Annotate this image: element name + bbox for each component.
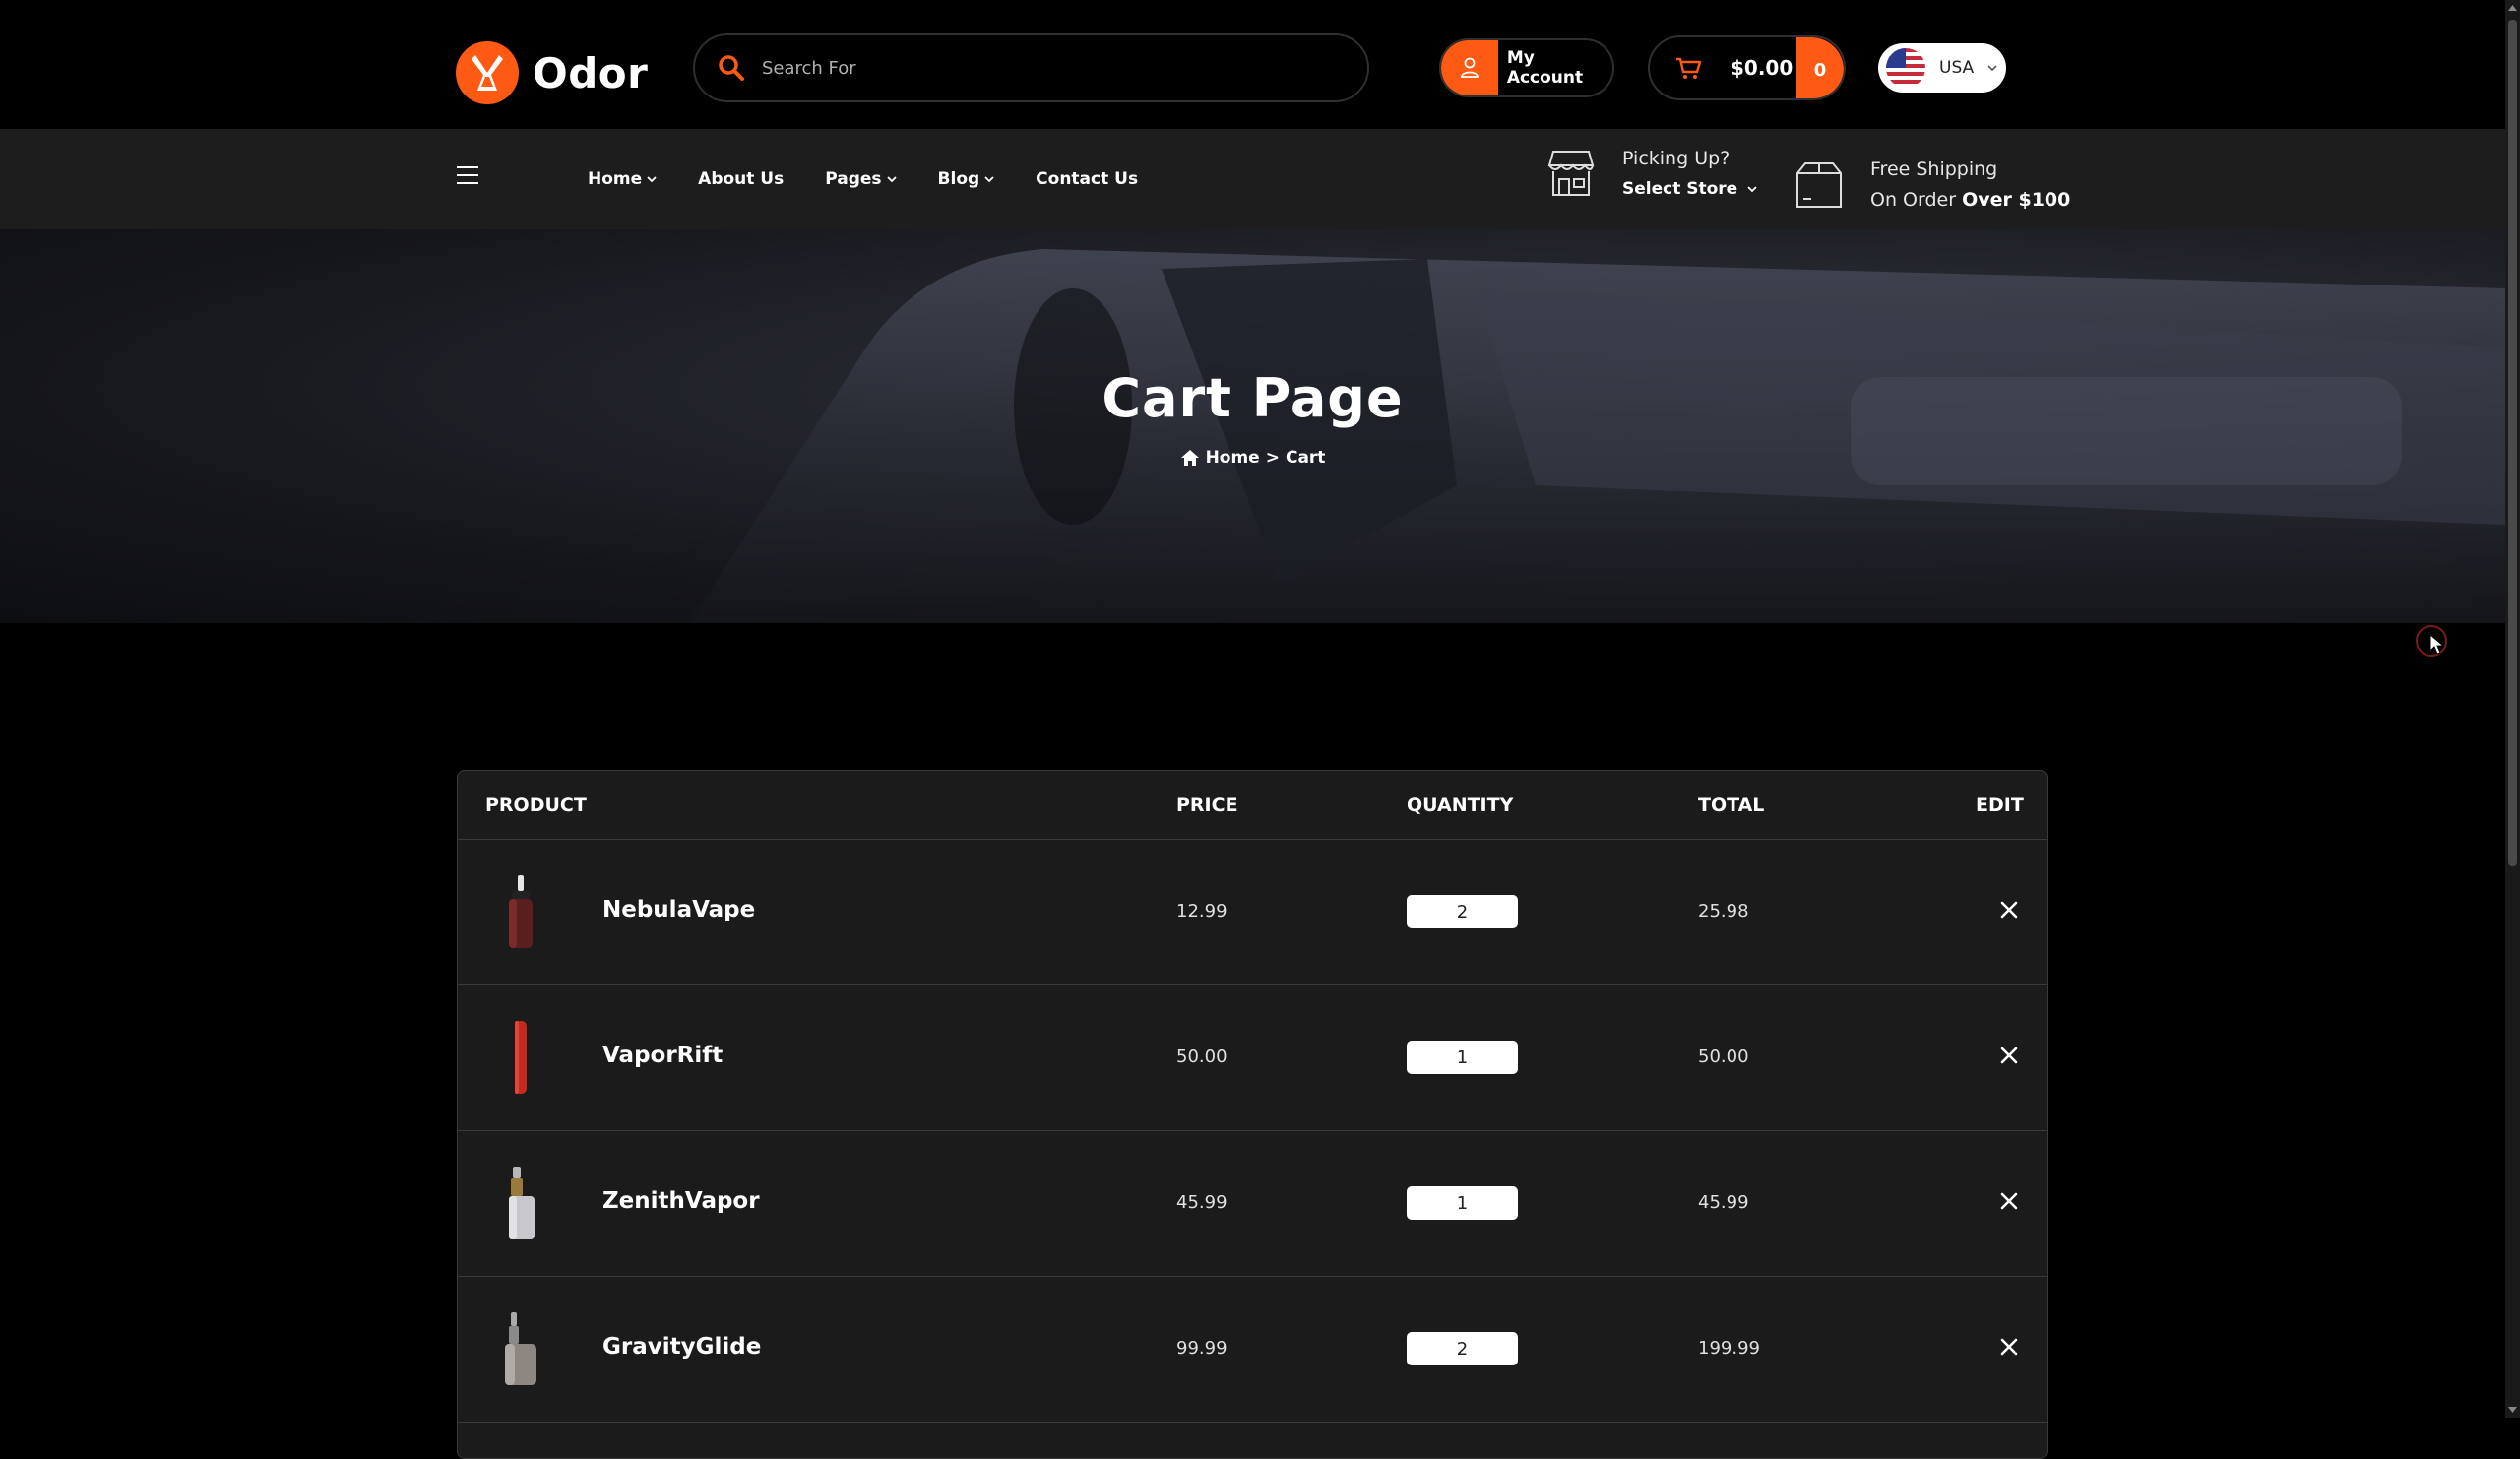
logo-icon <box>456 41 519 104</box>
page-scrollbar[interactable] <box>2505 0 2520 1418</box>
row-total: 45.99 <box>1698 1192 1749 1213</box>
chevron-down-icon <box>984 176 994 183</box>
product-price: 12.99 <box>1176 901 1228 921</box>
hero-banner: Cart Page Home > Cart <box>0 229 2505 623</box>
free-shipping-title: Free Shipping <box>1870 159 1998 180</box>
column-header-quantity: QUANTITY <box>1407 794 1514 816</box>
hamburger-menu-icon[interactable] <box>457 166 478 186</box>
logo-text: Odor <box>533 48 649 97</box>
nav-item-blog[interactable]: Blog <box>938 169 995 189</box>
quantity-input[interactable] <box>1407 1041 1518 1074</box>
breadcrumb-separator: > <box>1265 448 1280 468</box>
nav-item-pages[interactable]: Pages <box>825 169 897 189</box>
nav-item-home[interactable]: Home <box>588 169 657 189</box>
remove-item-icon[interactable] <box>1998 1190 2020 1212</box>
scroll-down-arrow-icon[interactable] <box>2508 1406 2517 1414</box>
currency-label: USA <box>1939 58 1975 78</box>
quantity-input[interactable] <box>1407 1186 1518 1220</box>
cart-button[interactable]: $0.00 0 <box>1648 35 1846 100</box>
mouse-cursor-icon <box>2429 634 2445 655</box>
nav-item-about-us[interactable]: About Us <box>698 169 784 189</box>
table-row: VaporRift 50.00 50.00 <box>458 985 2047 1131</box>
nav-item-label: Contact Us <box>1036 169 1139 189</box>
my-account-label: My Account <box>1506 48 1584 88</box>
shipping-threshold: Over $100 <box>1962 189 2071 211</box>
remove-item-icon[interactable] <box>1998 899 2020 920</box>
usa-flag-icon <box>1886 48 1925 88</box>
product-thumbnail[interactable] <box>499 1019 542 1098</box>
chevron-down-icon <box>1987 65 1997 72</box>
box-icon <box>1796 162 1842 208</box>
breadcrumb: Home > Cart <box>0 448 2505 468</box>
breadcrumb-current: Cart <box>1285 448 1326 468</box>
scroll-up-arrow-icon[interactable] <box>2508 4 2517 12</box>
user-icon <box>1441 40 1498 95</box>
column-header-edit: EDIT <box>1976 794 2024 816</box>
column-header-price: PRICE <box>1176 794 1238 816</box>
quantity-input[interactable] <box>1407 895 1518 928</box>
row-total: 25.98 <box>1698 901 1749 921</box>
chevron-down-icon <box>647 176 657 183</box>
cart-count-badge: 0 <box>1796 37 1844 98</box>
scrollbar-thumb[interactable] <box>2508 20 2517 866</box>
search-bar[interactable] <box>693 33 1369 102</box>
pickup-store-selector[interactable]: Picking Up? Select Store <box>1545 148 1757 199</box>
nav-item-label: Home <box>588 169 643 189</box>
product-price: 45.99 <box>1176 1192 1228 1213</box>
nav-item-label: Blog <box>937 169 980 189</box>
search-icon[interactable] <box>717 53 746 83</box>
select-store-label: Select Store <box>1622 179 1738 199</box>
search-input[interactable] <box>760 56 1331 80</box>
header-top: Odor My Account $0.00 0 USA <box>0 0 2505 129</box>
cart-table: PRODUCT PRICE QUANTITY TOTAL EDIT Nebula… <box>457 770 2048 1459</box>
product-name[interactable]: VaporRift <box>602 1043 723 1068</box>
product-name[interactable]: ZenithVapor <box>602 1188 760 1214</box>
product-price: 50.00 <box>1176 1047 1228 1067</box>
cart-total: $0.00 <box>1731 56 1794 80</box>
table-header: PRODUCT PRICE QUANTITY TOTAL EDIT <box>458 771 2047 840</box>
nav-item-label: About Us <box>698 169 785 189</box>
quantity-input[interactable] <box>1407 1332 1518 1365</box>
remove-item-icon[interactable] <box>1998 1045 2020 1066</box>
product-price: 99.99 <box>1176 1338 1228 1359</box>
table-row: NebulaVape 12.99 25.98 <box>458 840 2047 985</box>
store-icon <box>1547 151 1595 196</box>
remove-item-icon[interactable] <box>1998 1336 2020 1358</box>
column-header-total: TOTAL <box>1698 794 1765 816</box>
nav-links: Home About Us Pages Blog Contact Us <box>588 129 1179 229</box>
column-header-product: PRODUCT <box>485 794 587 816</box>
table-row: ZenithVapor 45.99 45.99 <box>458 1131 2047 1277</box>
my-account-button[interactable]: My Account <box>1439 38 1614 97</box>
currency-selector[interactable]: USA <box>1878 43 2006 93</box>
shipping-prefix: On Order <box>1870 189 1957 211</box>
product-thumbnail[interactable] <box>499 873 542 952</box>
home-icon <box>1180 450 1199 466</box>
table-row: GravityGlide 99.99 199.99 <box>458 1277 2047 1423</box>
main-navigation: Home About Us Pages Blog Contact Us Pick… <box>0 129 2505 229</box>
product-thumbnail[interactable] <box>499 1165 542 1243</box>
product-name[interactable]: GravityGlide <box>602 1334 761 1360</box>
nav-item-label: Pages <box>825 169 882 189</box>
cart-icon <box>1676 57 1702 79</box>
row-total: 199.99 <box>1698 1338 1760 1359</box>
breadcrumb-home-link[interactable]: Home <box>1206 448 1260 468</box>
row-total: 50.00 <box>1698 1047 1749 1067</box>
product-name[interactable]: NebulaVape <box>602 897 755 922</box>
chevron-down-icon <box>1747 186 1757 193</box>
pickup-label: Picking Up? <box>1622 148 1731 169</box>
chevron-down-icon <box>886 176 897 183</box>
product-thumbnail[interactable] <box>499 1310 542 1389</box>
page-title: Cart Page <box>1102 367 1404 429</box>
logo[interactable]: Odor <box>456 41 648 104</box>
nav-item-contact-us[interactable]: Contact Us <box>1036 169 1138 189</box>
free-shipping-info: Free Shipping On Order Over $100 <box>1794 155 2070 216</box>
